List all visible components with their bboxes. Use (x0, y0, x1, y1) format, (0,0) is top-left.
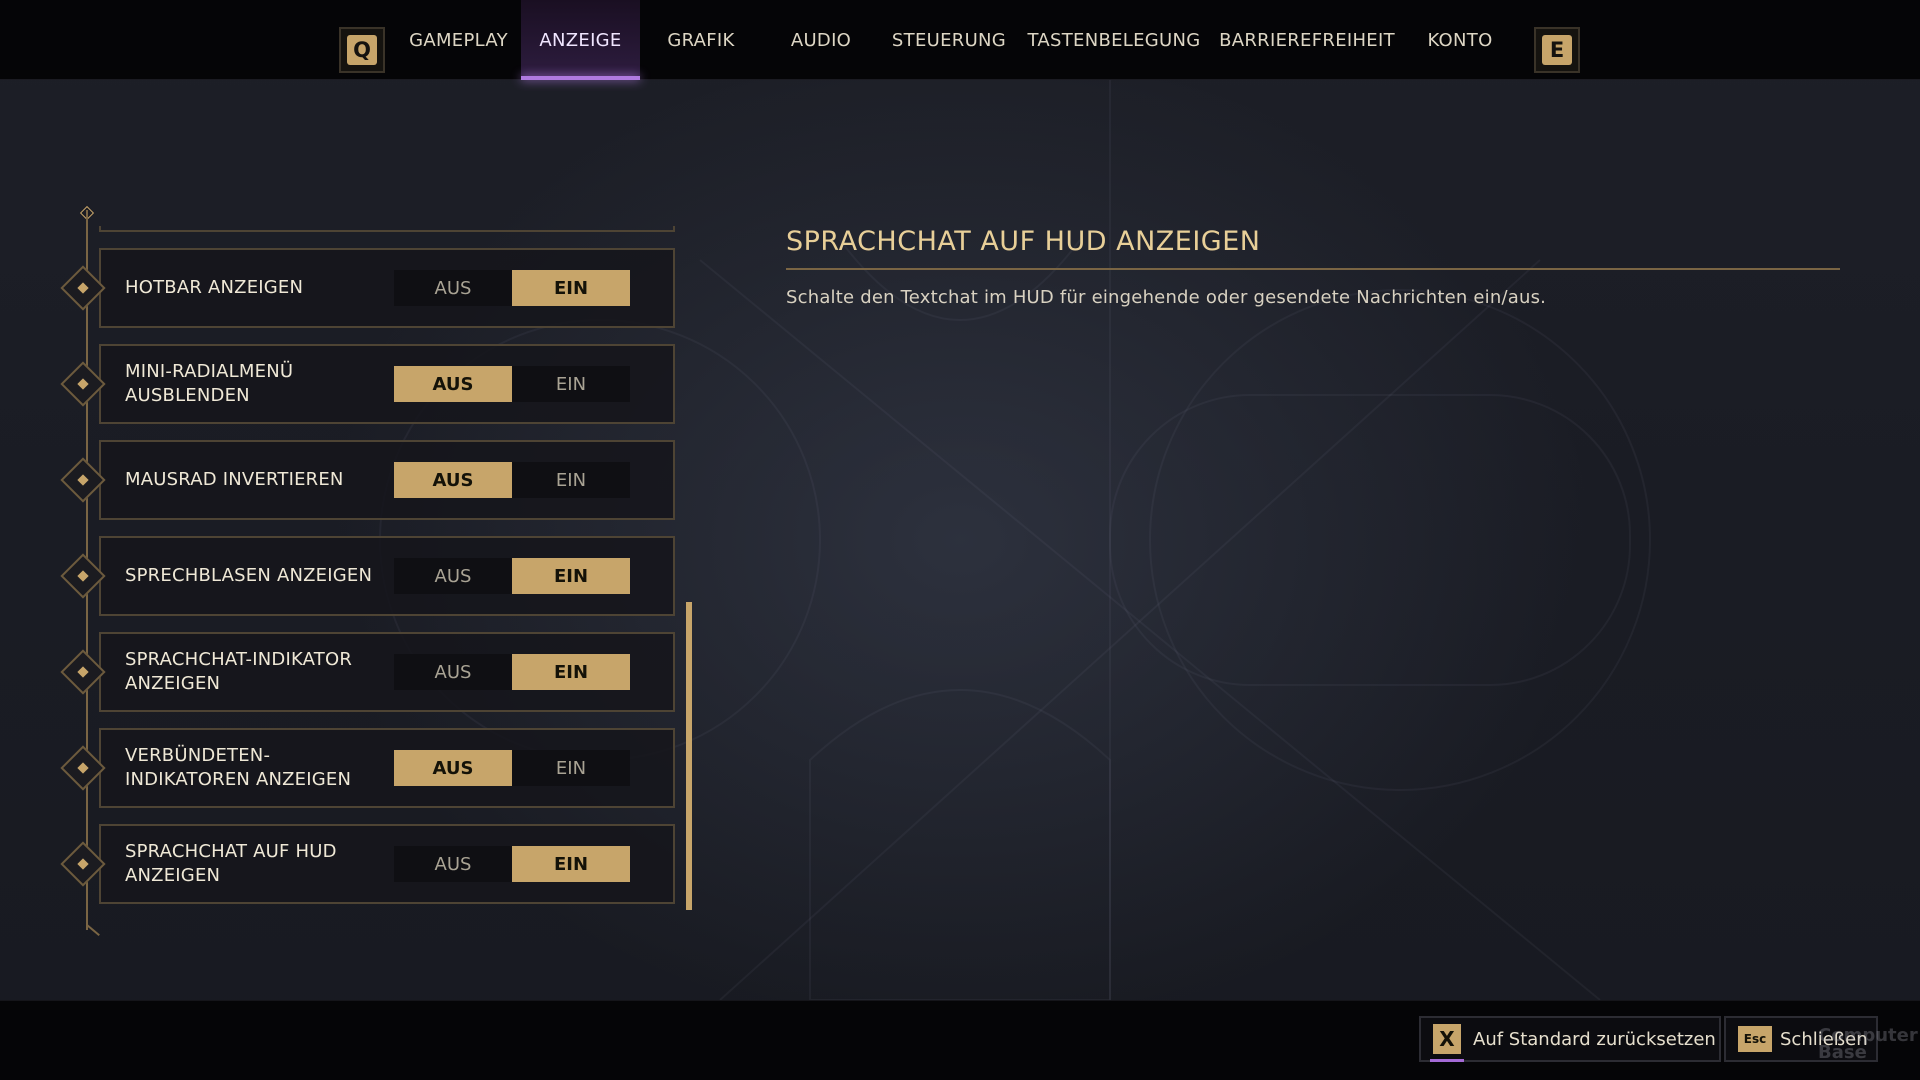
diamond-icon (60, 361, 106, 407)
tab-anzeige[interactable]: ANZEIGE (521, 0, 640, 80)
setting-row-mausrad[interactable]: MAUSRAD INVERTIEREN AUS EIN (60, 440, 675, 520)
toggle-on-option[interactable]: EIN (512, 270, 630, 306)
tab-steuerung[interactable]: STEUERUNG (884, 0, 1014, 80)
tab-konto[interactable]: KONTO (1410, 0, 1510, 80)
toggle-off-option[interactable]: AUS (394, 270, 512, 306)
reset-defaults-button[interactable]: X Auf Standard zurücksetzen (1419, 1016, 1721, 1062)
on-off-toggle[interactable]: AUS EIN (394, 558, 630, 594)
setting-label: MAUSRAD INVERTIEREN (125, 469, 344, 490)
settings-screen: Q GAMEPLAY ANZEIGE GRAFIK AUDIO STEUERUN… (0, 0, 1920, 1080)
q-key-icon: Q (347, 35, 377, 65)
on-off-toggle[interactable]: AUS EIN (394, 654, 630, 690)
setting-label: VERBÜNDETEN-INDIKATOREN ANZEIGEN (125, 745, 352, 790)
tab-label: AUDIO (790, 29, 852, 51)
prev-tab-keycap[interactable]: Q (339, 27, 385, 73)
toggle-off-option[interactable]: AUS (394, 846, 512, 882)
tab-grafik[interactable]: GRAFIK (646, 0, 756, 80)
reset-defaults-label: Auf Standard zurücksetzen (1473, 1028, 1716, 1050)
setting-row-sprachchat-hud[interactable]: SPRACHCHAT AUF HUD ANZEIGEN AUS EIN (60, 824, 675, 904)
detail-title: SPRACHCHAT AUF HUD ANZEIGEN (786, 226, 1261, 257)
setting-label: SPRACHCHAT-INDIKATOR ANZEIGEN (125, 649, 353, 694)
tab-tastenbelegung[interactable]: TASTENBELEGUNG (1022, 0, 1206, 80)
setting-label: HOTBAR ANZEIGEN (125, 277, 304, 298)
list-overflow-edge (99, 226, 675, 232)
toggle-on-option[interactable]: EIN (512, 846, 630, 882)
setting-label: SPRACHCHAT AUF HUD ANZEIGEN (125, 841, 337, 886)
tab-gameplay[interactable]: GAMEPLAY (400, 0, 517, 80)
diamond-icon (60, 457, 106, 503)
setting-row-verbuendeten-indikatoren[interactable]: VERBÜNDETEN-INDIKATOREN ANZEIGEN AUS EIN (60, 728, 675, 808)
toggle-on-option[interactable]: EIN (512, 750, 630, 786)
on-off-toggle[interactable]: AUS EIN (394, 750, 630, 786)
on-off-toggle[interactable]: AUS EIN (394, 462, 630, 498)
detail-description: Schalte den Textchat im HUD für eingehen… (786, 287, 1547, 308)
setting-row-sprachchat-indikator[interactable]: SPRACHCHAT-INDIKATOR ANZEIGEN AUS EIN (60, 632, 675, 712)
rail-end (86, 924, 100, 937)
tab-audio[interactable]: AUDIO (766, 0, 876, 80)
setting-label: MINI-RADIALMENÜ AUSBLENDEN (125, 361, 294, 406)
esc-key-icon: Esc (1738, 1026, 1772, 1052)
setting-label: SPRECHBLASEN ANZEIGEN (125, 565, 373, 586)
toggle-off-option[interactable]: AUS (394, 750, 512, 786)
diamond-icon (60, 649, 106, 695)
e-key-icon: E (1542, 35, 1572, 65)
setting-row-sprechblasen[interactable]: SPRECHBLASEN ANZEIGEN AUS EIN (60, 536, 675, 616)
tab-label: ANZEIGE (539, 29, 622, 51)
tab-label: GAMEPLAY (409, 29, 508, 51)
diamond-icon (60, 265, 106, 311)
tab-label: KONTO (1427, 29, 1493, 51)
toggle-off-option[interactable]: AUS (394, 558, 512, 594)
on-off-toggle[interactable]: AUS EIN (394, 270, 630, 306)
next-tab-keycap[interactable]: E (1534, 27, 1580, 73)
tab-barrierefreiheit[interactable]: BARRIEREFREIHEIT (1216, 0, 1398, 80)
x-key-icon: X (1430, 1024, 1464, 1062)
toggle-on-option[interactable]: EIN (512, 558, 630, 594)
on-off-toggle[interactable]: AUS EIN (394, 366, 630, 402)
on-off-toggle[interactable]: AUS EIN (394, 846, 630, 882)
top-nav: Q GAMEPLAY ANZEIGE GRAFIK AUDIO STEUERUN… (0, 0, 1920, 80)
tab-label: TASTENBELEGUNG (1027, 29, 1201, 51)
diamond-icon (60, 841, 106, 887)
tab-label: BARRIEREFREIHEIT (1219, 29, 1395, 51)
tab-label: STEUERUNG (891, 29, 1007, 51)
diamond-icon (60, 553, 106, 599)
toggle-off-option[interactable]: AUS (394, 366, 512, 402)
diamond-icon (60, 745, 106, 791)
toggle-on-option[interactable]: EIN (512, 654, 630, 690)
setting-row-hotbar[interactable]: HOTBAR ANZEIGEN AUS EIN (60, 248, 675, 328)
toggle-on-option[interactable]: EIN (512, 366, 630, 402)
watermark: Computer Base (1818, 1025, 1918, 1063)
setting-row-mini-radialmenu[interactable]: MINI-RADIALMENÜ AUSBLENDEN AUS EIN (60, 344, 675, 424)
detail-divider (786, 268, 1840, 270)
toggle-off-option[interactable]: AUS (394, 654, 512, 690)
tab-label: GRAFIK (667, 29, 735, 51)
toggle-on-option[interactable]: EIN (512, 462, 630, 498)
list-scrollbar[interactable] (686, 602, 692, 910)
toggle-off-option[interactable]: AUS (394, 462, 512, 498)
